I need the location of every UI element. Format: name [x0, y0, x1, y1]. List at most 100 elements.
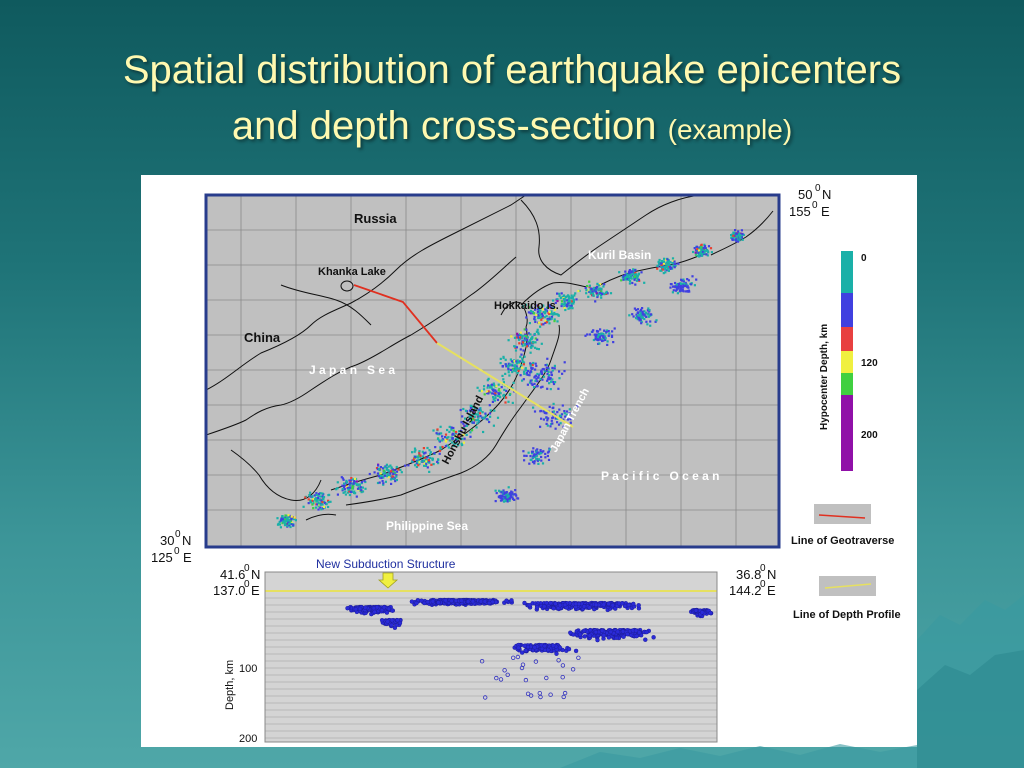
epicenter-dot — [328, 493, 331, 496]
epicenter-dot — [483, 385, 486, 388]
epicenter-dot — [513, 498, 516, 501]
epicenter-dot — [540, 459, 543, 462]
epicenter-dot — [590, 288, 593, 291]
epicenter-dot — [281, 518, 284, 521]
hypocenter-dot — [487, 600, 492, 606]
epicenter-dot — [673, 260, 676, 263]
epicenter-dot — [353, 480, 356, 483]
epicenter-dot — [529, 362, 532, 365]
epicenter-dot — [483, 393, 486, 396]
hypocenter-dot — [593, 602, 599, 607]
hypocenter-dot — [636, 603, 641, 608]
epicenter-dot — [541, 385, 544, 388]
epicenter-dot — [663, 257, 666, 260]
hypocenter-dot — [430, 599, 435, 604]
epicenter-dot — [477, 420, 480, 423]
epicenter-dot — [636, 311, 639, 314]
epicenter-dot — [584, 286, 587, 290]
epicenter-dot — [639, 311, 642, 314]
depth-cross-section: New Subduction Structure 41.6 0 N 137.0 … — [213, 557, 776, 745]
epicenter-dot — [489, 415, 492, 418]
epicenter-dot — [422, 447, 425, 450]
epicenter-dot — [377, 464, 380, 467]
epicenter-dot — [737, 230, 740, 233]
epicenter-dot — [645, 315, 648, 318]
epicenter-dot — [516, 332, 519, 335]
hypocenter-dot — [587, 633, 592, 638]
epicenter-dot — [567, 300, 571, 303]
epicenter-dot — [510, 368, 513, 371]
epicenter-dot — [293, 516, 296, 519]
epicenter-dot — [550, 380, 553, 383]
epicenter-dot — [655, 319, 658, 322]
epicenter-dot — [438, 449, 442, 452]
hypocenter-dot — [582, 634, 587, 639]
epicenter-dot — [601, 293, 604, 296]
epicenter-dot — [311, 503, 314, 506]
epicenter-dot — [529, 379, 532, 382]
epicenter-dot — [552, 406, 555, 409]
epicenter-dot — [516, 359, 519, 362]
epicenter-dot — [538, 321, 541, 324]
epicenter-dot — [414, 449, 417, 452]
epicenter-dot — [381, 480, 384, 483]
epicenter-dot — [504, 496, 507, 499]
hypocenter-dot — [606, 601, 611, 606]
epicenter-dot — [534, 320, 537, 323]
epicenter-dot — [469, 435, 472, 438]
epicenter-dot — [568, 307, 571, 310]
epicenter-dot — [404, 464, 407, 467]
epicenter-dot — [543, 316, 546, 319]
epicenter-dot — [416, 455, 419, 459]
epicenter-dot — [307, 502, 310, 505]
profile-ylabel: Depth, km — [224, 660, 236, 710]
epicenter-dot — [562, 298, 565, 301]
legend-tick-200: 200 — [861, 430, 878, 441]
epicenter-dot — [528, 322, 531, 325]
epicenter-dot — [504, 358, 507, 361]
epicenter-dot — [606, 340, 609, 343]
epicenter-dot — [588, 284, 591, 287]
epicenter-dot — [629, 276, 633, 279]
profile-right-lat-deg: 36.8 — [736, 567, 761, 582]
epicenter-dot — [603, 283, 606, 286]
epicenter-dot — [284, 520, 287, 523]
epicenter-dot — [563, 306, 566, 310]
epicenter-dot — [452, 429, 455, 432]
epicenter-dot — [532, 454, 535, 458]
epicenter-dot — [518, 342, 521, 345]
epicenter-dot — [649, 324, 652, 327]
epicenter-dot — [540, 371, 543, 374]
epicenter-dot — [521, 341, 525, 344]
epicenter-dot — [558, 294, 561, 298]
epicenter-dot — [360, 489, 363, 492]
epicenter-dot — [532, 312, 535, 315]
epicenter-dot — [551, 369, 554, 372]
epicenter-dot — [327, 505, 330, 509]
epicenter-dot — [631, 313, 634, 316]
epicenter-dot — [304, 496, 307, 499]
epicenter-dot — [507, 339, 510, 342]
epicenter-dot — [519, 331, 522, 334]
epicenter-dot — [552, 313, 555, 316]
epicenter-dot — [344, 490, 347, 493]
hypocenter-dot — [363, 605, 368, 610]
epicenter-dot — [490, 385, 493, 389]
epicenter-dot — [351, 487, 354, 490]
epicenter-dot — [497, 389, 500, 392]
epicenter-dot — [509, 494, 512, 497]
epicenter-dot — [622, 278, 625, 281]
epicenter-dot — [537, 458, 541, 461]
epicenter-dot — [525, 454, 528, 457]
epicenter-dot — [343, 482, 346, 485]
epicenter-dot — [701, 252, 704, 256]
hypocenter-dot — [708, 610, 713, 616]
hypocenter-dot — [532, 645, 537, 650]
epicenter-dot — [475, 426, 478, 429]
hypocenter-dot — [386, 606, 392, 611]
epicenter-dot — [591, 330, 594, 333]
epicenter-dot — [290, 515, 293, 518]
epicenter-dot — [349, 481, 352, 484]
epicenter-dot — [499, 496, 502, 499]
epicenter-dot — [707, 245, 711, 248]
